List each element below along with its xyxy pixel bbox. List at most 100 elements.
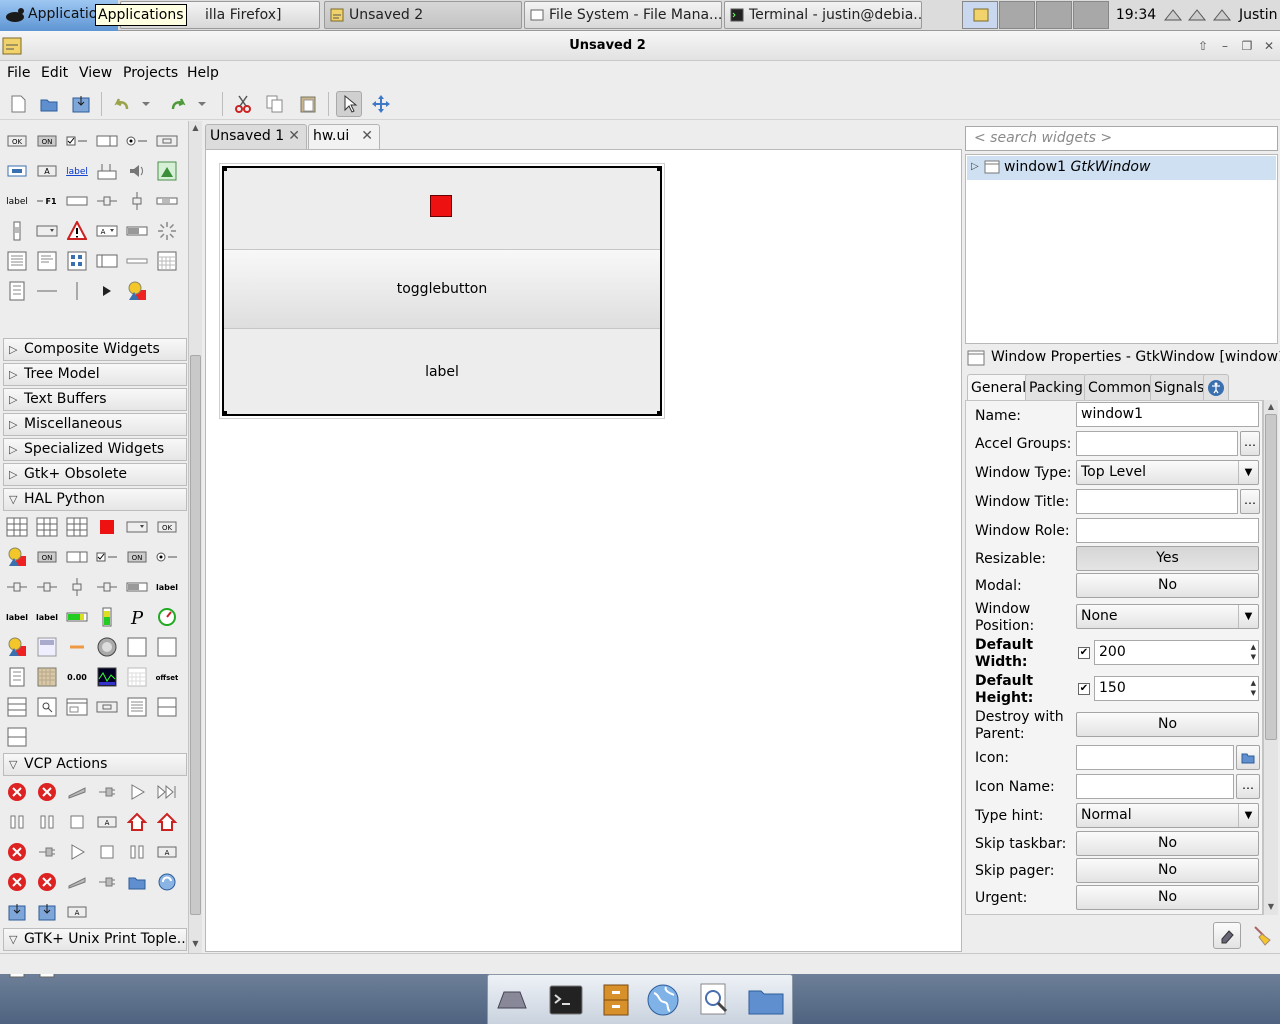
- open-button[interactable]: [36, 91, 62, 117]
- button-widget-icon[interactable]: OK: [6, 131, 28, 151]
- prop-icon-input[interactable]: [1076, 745, 1234, 770]
- category-hal-python[interactable]: ▽ HAL Python: [3, 488, 187, 511]
- separator-widget-icon[interactable]: [126, 251, 148, 271]
- save-action-icon-2[interactable]: [36, 902, 58, 922]
- widget-tree[interactable]: ▷ window1 GtkWindow: [965, 154, 1278, 344]
- prop-icon-open-button[interactable]: [1236, 745, 1260, 770]
- menu-file[interactable]: File: [7, 64, 30, 82]
- entry-widget-icon[interactable]: [6, 161, 28, 181]
- hal-label-icon-2[interactable]: label: [6, 607, 28, 627]
- prop-dwidth-spin[interactable]: 200 ▲ ▼: [1094, 640, 1259, 665]
- prop-typehint-combo[interactable]: Normal ▼: [1076, 803, 1259, 828]
- hal-dro-icon[interactable]: 0.00: [66, 667, 88, 687]
- menu-view[interactable]: View: [79, 64, 112, 82]
- design-label[interactable]: label: [224, 329, 660, 414]
- hal-graph-icon[interactable]: P: [126, 607, 148, 627]
- hal-meter-icon[interactable]: [156, 607, 178, 627]
- volume-widget-icon[interactable]: [126, 161, 148, 181]
- spin-arrows-icon[interactable]: ▲ ▼: [1251, 678, 1256, 698]
- file-chooser-widget-icon[interactable]: [156, 131, 178, 151]
- scroll-down-icon[interactable]: ▼: [1265, 902, 1277, 912]
- menu-projects[interactable]: Projects: [123, 64, 178, 82]
- task-file-manager[interactable]: File System - File Mana...: [524, 1, 722, 29]
- image-widget-icon[interactable]: [156, 161, 178, 181]
- prop-skiptask-toggle[interactable]: No: [1076, 831, 1259, 856]
- run-action-icon[interactable]: [126, 782, 148, 802]
- prop-destroy-toggle[interactable]: No: [1076, 712, 1259, 737]
- cut-button[interactable]: [230, 91, 256, 117]
- prop-accel-input[interactable]: [1076, 431, 1238, 456]
- tab-accessibility[interactable]: [1203, 374, 1229, 400]
- prop-skippager-toggle[interactable]: No: [1076, 858, 1259, 883]
- vscale-widget-icon[interactable]: [126, 191, 148, 211]
- prop-position-combo[interactable]: None ▼: [1076, 604, 1259, 629]
- hal-drawing-icon[interactable]: [6, 547, 28, 567]
- tab-packing[interactable]: Packing: [1025, 374, 1087, 400]
- design-canvas[interactable]: togglebutton label: [205, 149, 962, 952]
- maximize-button[interactable]: ❐: [1238, 37, 1256, 55]
- plug-radio-icon[interactable]: [96, 872, 118, 892]
- design-window1[interactable]: togglebutton label: [222, 166, 662, 416]
- properties-scrollbar[interactable]: ▲ ▼: [1263, 400, 1278, 915]
- hal-vscale-icon[interactable]: [66, 577, 88, 597]
- network-icon[interactable]: [1162, 4, 1183, 26]
- frame-widget-icon[interactable]: [96, 251, 118, 271]
- warning-icon[interactable]: [66, 221, 88, 241]
- spinner-widget-icon[interactable]: [156, 221, 178, 241]
- scroll-down-icon[interactable]: ▼: [190, 939, 201, 949]
- properties-scroll-thumb[interactable]: [1265, 414, 1277, 740]
- title-bar[interactable]: Unsaved 2 ⇧ – ❐ ✕: [0, 31, 1280, 61]
- run-toggle-icon[interactable]: [66, 842, 88, 862]
- spin-widget-icon[interactable]: [96, 131, 118, 151]
- hal-offset-icon[interactable]: offset: [156, 667, 178, 687]
- power-action-icon[interactable]: [66, 782, 88, 802]
- hal-combo-icon[interactable]: [126, 517, 148, 537]
- workspace-1[interactable]: [962, 1, 998, 29]
- task-terminal[interactable]: Terminal - justin@debia...: [724, 1, 922, 29]
- pause-action-icon[interactable]: [6, 812, 28, 832]
- hal-button-icon[interactable]: OK: [156, 517, 178, 537]
- properties-clear-button[interactable]: [1213, 922, 1241, 949]
- hal-gremlin-icon[interactable]: [36, 637, 58, 657]
- hal-slider-icon[interactable]: [66, 637, 88, 657]
- hal-text-icon[interactable]: [126, 697, 148, 717]
- prop-accel-edit-button[interactable]: …: [1240, 431, 1260, 456]
- category-tree-model[interactable]: ▷ Tree Model: [3, 363, 187, 386]
- hal-vbar-icon[interactable]: [96, 607, 118, 627]
- category-gtk-unix-print[interactable]: ▽ GTK+ Unix Print Tople...: [3, 928, 187, 951]
- prop-dwidth-checkbox[interactable]: ✔: [1078, 647, 1090, 659]
- category-miscellaneous[interactable]: ▷ Miscellaneous: [3, 413, 187, 436]
- text-entry-widget-icon[interactable]: [66, 191, 88, 211]
- user-name[interactable]: Justin: [1234, 0, 1280, 31]
- hal-vbox-icon[interactable]: [156, 697, 178, 717]
- hal-table-icon[interactable]: [36, 517, 58, 537]
- hal-hscale-icon[interactable]: [6, 577, 28, 597]
- power-radio-icon[interactable]: [66, 872, 88, 892]
- prop-modal-toggle[interactable]: No: [1076, 573, 1259, 598]
- hal-container-icon[interactable]: [6, 727, 28, 747]
- hal-radio-icon[interactable]: [156, 547, 178, 567]
- hseparator-widget-icon[interactable]: [36, 281, 58, 301]
- resize-handle-top-left[interactable]: [222, 166, 227, 171]
- category-text-buffers[interactable]: ▷ Text Buffers: [3, 388, 187, 411]
- hscrollbar-widget-icon[interactable]: [156, 191, 178, 211]
- icon-view-widget-icon[interactable]: [66, 251, 88, 271]
- scroll-up-icon[interactable]: ▲: [190, 123, 201, 133]
- search-widgets-input[interactable]: < search widgets >: [965, 126, 1278, 151]
- tree-expander-icon[interactable]: ▷: [971, 156, 979, 178]
- palette-scroll-thumb[interactable]: [190, 355, 201, 915]
- hal-window-icon[interactable]: [66, 697, 88, 717]
- save-action-icon[interactable]: [6, 902, 28, 922]
- toggle-widget-icon[interactable]: ON: [36, 131, 58, 151]
- redo-button[interactable]: [166, 91, 192, 117]
- home-action-icon[interactable]: [126, 812, 148, 832]
- step-action-icon[interactable]: [156, 782, 178, 802]
- hal-led-icon[interactable]: [96, 517, 118, 537]
- dock-web-browser[interactable]: [643, 981, 683, 1019]
- category-composite-widgets[interactable]: ▷ Composite Widgets: [3, 338, 187, 361]
- palette-scrollbar[interactable]: ▲ ▼: [188, 121, 202, 953]
- combo-entry-widget-icon[interactable]: A: [96, 221, 118, 241]
- hal-box-icon-2[interactable]: [156, 637, 178, 657]
- hal-textview-icon[interactable]: [6, 667, 28, 687]
- hal-filechooser-icon[interactable]: [36, 697, 58, 717]
